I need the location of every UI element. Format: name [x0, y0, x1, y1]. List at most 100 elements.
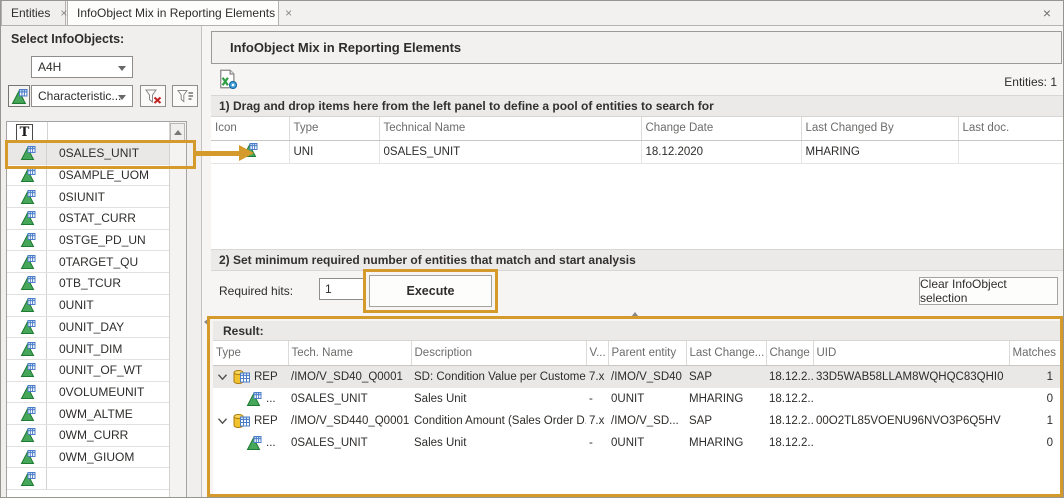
- system-dropdown-value: A4H: [38, 60, 61, 74]
- column-divider: [47, 122, 48, 143]
- list-item[interactable]: 0SAMPLE_UOM: [7, 165, 170, 187]
- page-title: InfoObject Mix in Reporting Elements: [211, 31, 1062, 64]
- required-hits-input[interactable]: [319, 278, 364, 300]
- infoobject-name: 0WM_CURR: [46, 425, 128, 446]
- result-cell-description: SD: Condition Value per Custome...: [411, 365, 586, 388]
- chevron-down-icon[interactable]: [216, 373, 228, 381]
- characteristic-icon: [20, 189, 36, 205]
- characteristic-icon: [20, 449, 36, 465]
- result-cell-parent-entity: 0UNIT: [608, 388, 686, 410]
- list-item[interactable]: 0VOLUMEUNIT: [7, 382, 170, 404]
- result-cell-parent-entity: /IMO/V_SD...: [608, 410, 686, 432]
- result-cell-last-change: MHARING: [686, 388, 766, 410]
- infoobject-name: 0UNIT_DIM: [46, 338, 122, 359]
- infoobject-name: 0TB_TCUR: [46, 273, 121, 294]
- infoobject-panel: Select InfoObjects: A4H Characteristic..…: [1, 26, 202, 498]
- list-item[interactable]: 0WM_CURR: [7, 425, 170, 447]
- list-item-selected[interactable]: 0SALES_UNIT: [7, 143, 170, 165]
- system-dropdown[interactable]: A4H: [31, 56, 133, 78]
- result-cell-version: 7.x: [586, 410, 608, 432]
- result-cell-tech-name: 0SALES_UNIT: [288, 388, 411, 410]
- result-col-parent-entity[interactable]: Parent entity: [608, 341, 686, 365]
- result-col-change[interactable]: Change ...: [766, 341, 813, 365]
- list-header: T: [7, 122, 186, 143]
- excel-export-button[interactable]: [215, 67, 239, 91]
- result-cell-parent-entity: /IMO/V_SD40: [608, 365, 686, 388]
- clear-infoobject-selection-button[interactable]: Clear InfoObject selection: [919, 277, 1058, 305]
- tab-infoobject-mix[interactable]: InfoObject Mix in Reporting Elements ×: [67, 1, 279, 26]
- pool-col-icon[interactable]: Icon: [211, 117, 289, 140]
- infoobject-name: 0VOLUMEUNIT: [46, 382, 144, 403]
- list-item[interactable]: 0UNIT_DAY: [7, 317, 170, 339]
- filter-icon: [176, 88, 194, 104]
- result-cell-parent-entity: 0UNIT: [608, 432, 686, 454]
- infoobject-name: 0STAT_CURR: [46, 208, 136, 229]
- section2-header: 2) Set minimum required number of entiti…: [211, 249, 1063, 271]
- pool-col-last-changed-by[interactable]: Last Changed By: [801, 117, 958, 140]
- list-item[interactable]: 0TB_TCUR: [7, 273, 170, 295]
- result-col-description[interactable]: Description: [411, 341, 586, 365]
- result-cell-type: REP: [254, 415, 278, 427]
- chevron-down-icon: [118, 66, 126, 71]
- result-cell-tech-name: 0SALES_UNIT: [288, 432, 411, 454]
- pool-col-change-date[interactable]: Change Date: [641, 117, 801, 140]
- list-item[interactable]: 0UNIT_OF_WT: [7, 360, 170, 382]
- result-row[interactable]: REP /IMO/V_SD40_Q0001 SD: Condition Valu…: [213, 365, 1061, 388]
- result-col-type[interactable]: Type: [213, 341, 288, 365]
- list-item[interactable]: 0UNIT_DIM: [7, 338, 170, 360]
- scroll-up-button[interactable]: [170, 123, 185, 141]
- pool-cell-last-doc: [958, 140, 1063, 163]
- result-col-uid[interactable]: UID: [813, 341, 1009, 365]
- pool-col-last-doc[interactable]: Last doc.: [958, 117, 1063, 140]
- infoobject-name: 0STGE_PD_UN: [46, 230, 146, 251]
- list-item[interactable]: 0TARGET_QU: [7, 251, 170, 273]
- text-filter-icon[interactable]: T: [16, 124, 33, 141]
- query-icon: [232, 369, 250, 385]
- tab-entities[interactable]: Entities ×: [1, 1, 66, 26]
- pool-col-type[interactable]: Type: [289, 117, 379, 140]
- filter-button[interactable]: [172, 85, 198, 107]
- list-item[interactable]: 0STAT_CURR: [7, 208, 170, 230]
- list-item[interactable]: 0WM_ALTME: [7, 403, 170, 425]
- window-close-icon[interactable]: ×: [1043, 5, 1051, 21]
- pool-cell-technical-name: 0SALES_UNIT: [379, 140, 641, 163]
- query-icon: [232, 413, 250, 429]
- execute-button[interactable]: Execute: [369, 275, 492, 307]
- pool-col-technical-name[interactable]: Technical Name: [379, 117, 641, 140]
- result-row[interactable]: REP /IMO/V_SD440_Q0001 Condition Amount …: [213, 410, 1061, 432]
- infoobject-type-button[interactable]: [8, 85, 30, 107]
- list-item[interactable]: 0STGE_PD_UN: [7, 230, 170, 252]
- list-item[interactable]: 0WM_GIUOM: [7, 447, 170, 469]
- splitter-up-icon[interactable]: [631, 312, 639, 317]
- characteristic-icon: [20, 362, 36, 378]
- list-item-partial[interactable]: [7, 468, 170, 490]
- list-item[interactable]: 0SIUNIT: [7, 186, 170, 208]
- pool-row[interactable]: UNI 0SALES_UNIT 18.12.2020 MHARING: [211, 140, 1063, 163]
- required-hits-label: Required hits:: [219, 284, 293, 298]
- result-cell-uid: [813, 432, 1009, 454]
- panel-collapse-left-icon[interactable]: [204, 318, 209, 326]
- list-scrollbar[interactable]: [169, 122, 186, 497]
- type-dropdown-value: Characteristic...: [38, 89, 121, 103]
- tab-label: Entities: [11, 6, 50, 20]
- result-cell-type: ...: [266, 437, 276, 449]
- clear-filter-button[interactable]: [140, 85, 166, 107]
- result-cell-last-change: SAP: [686, 365, 766, 388]
- result-cell-tech-name: /IMO/V_SD40_Q0001: [288, 365, 411, 388]
- result-row[interactable]: ... 0SALES_UNIT Sales Unit - 0UNIT MHARI…: [213, 432, 1061, 454]
- type-dropdown[interactable]: Characteristic...: [31, 85, 133, 107]
- infoobject-name: 0SIUNIT: [46, 186, 105, 207]
- result-col-matches[interactable]: Matches: [1009, 341, 1061, 365]
- infoobject-name: 0TARGET_QU: [46, 251, 138, 272]
- infoobject-name: 0WM_GIUOM: [46, 447, 134, 468]
- result-cell-type: ...: [266, 393, 276, 405]
- result-row[interactable]: ... 0SALES_UNIT Sales Unit - 0UNIT MHARI…: [213, 388, 1061, 410]
- result-col-tech-name[interactable]: Tech. Name: [288, 341, 411, 365]
- result-cell-change: 18.12.2...: [766, 388, 813, 410]
- result-col-version[interactable]: V...: [586, 341, 608, 365]
- chevron-down-icon[interactable]: [216, 417, 228, 425]
- list-item[interactable]: 0UNIT: [7, 295, 170, 317]
- close-icon[interactable]: ×: [285, 7, 292, 19]
- result-col-last-change[interactable]: Last Change...: [686, 341, 766, 365]
- tab-bar: Entities × InfoObject Mix in Reporting E…: [1, 1, 1063, 26]
